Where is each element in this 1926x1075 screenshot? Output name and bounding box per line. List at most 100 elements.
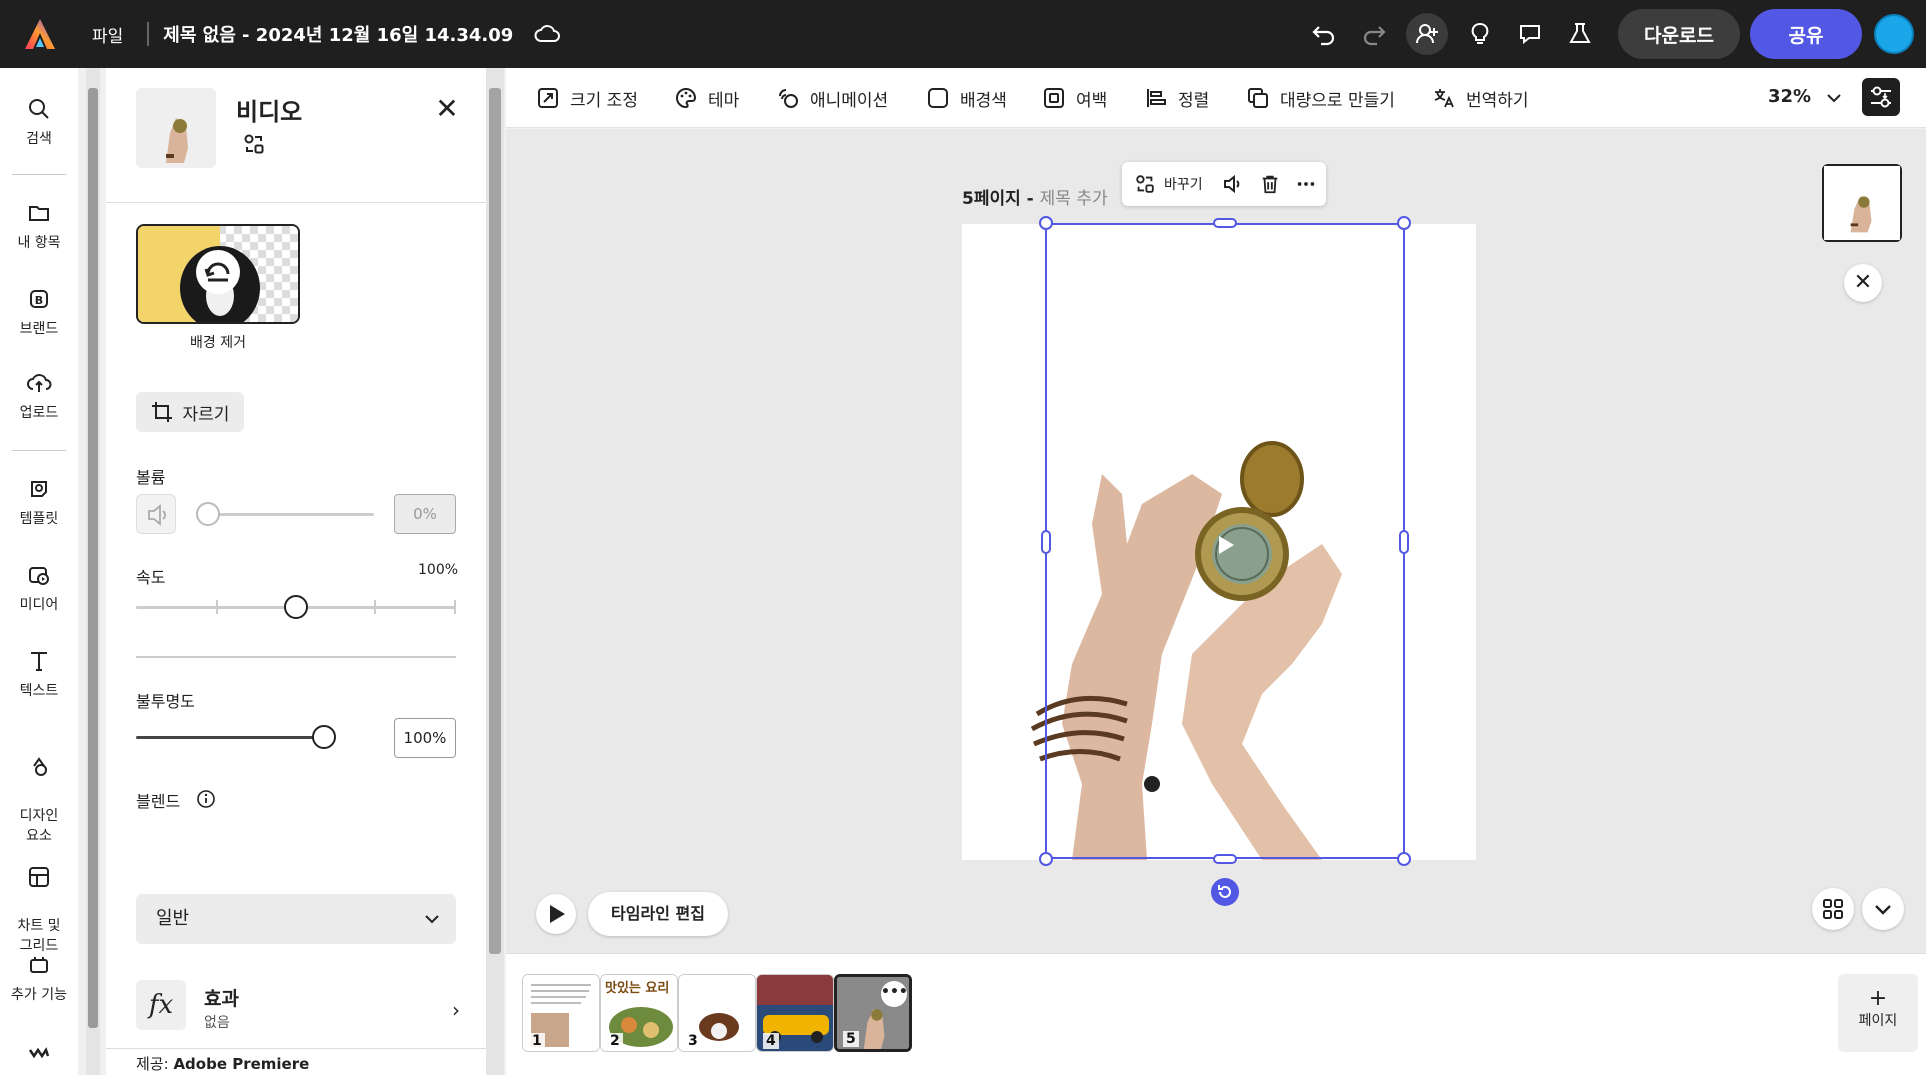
align-button[interactable]: 정렬 [1144, 68, 1209, 128]
rail-scrollbar-thumb[interactable] [88, 88, 98, 1028]
rail-item-label: 내 항목 [17, 235, 61, 251]
share-button[interactable]: 공유 [1750, 9, 1862, 59]
color-swatch-icon [928, 88, 948, 108]
replace-button[interactable]: 바꾸기 [1164, 174, 1203, 194]
close-preview-icon[interactable]: ✕ [1844, 264, 1882, 302]
translate-button[interactable]: 번역하기 [1432, 68, 1529, 128]
user-avatar[interactable] [1874, 14, 1914, 54]
lightbulb-icon[interactable] [1462, 16, 1498, 52]
document-title[interactable]: 제목 없음 - 2024년 12월 16일 14.34.09 [163, 21, 513, 47]
collapse-pages-button[interactable] [1862, 888, 1904, 930]
animation-button[interactable]: 애니메이션 [776, 68, 888, 128]
rail-item-addons[interactable]: 추가 기능 [0, 952, 78, 1004]
rail-divider [12, 174, 66, 175]
resize-label: 크기 조정 [570, 90, 638, 111]
chevron-down-icon[interactable] [1824, 88, 1844, 108]
bulk-create-button[interactable]: 대량으로 만들기 [1246, 68, 1395, 128]
properties-panel: 비디오 ✕ 배경 제거 자르기 볼륨 0% 속도 100% 불투명도 100% … [106, 68, 486, 1075]
video-thumbnail [136, 88, 216, 168]
download-button[interactable]: 다운로드 [1618, 9, 1740, 59]
page-thumbnail[interactable]: 1 [522, 974, 600, 1052]
grid-view-button[interactable] [1812, 888, 1854, 930]
page-thumbnail-active[interactable]: ••• 5 [834, 974, 912, 1052]
more-icon[interactable] [1295, 173, 1317, 195]
chevron-right-icon: › [452, 998, 460, 1022]
rail-item-upload[interactable]: 업로드 [0, 370, 78, 422]
more-icon[interactable]: ••• [881, 981, 908, 1007]
resize-handle-top[interactable] [1213, 218, 1237, 228]
opacity-value-field[interactable]: 100% [394, 718, 456, 758]
rail-item-text[interactable]: 텍스트 [0, 648, 78, 700]
animation-label: 애니메이션 [810, 90, 889, 111]
resize-handle-top-right[interactable] [1397, 216, 1411, 230]
resize-handle-bottom-left[interactable] [1039, 852, 1053, 866]
close-icon[interactable]: ✕ [432, 94, 462, 124]
remove-background-button[interactable] [136, 224, 300, 324]
rail-item-design-elements[interactable]: 디자인 요소 [0, 734, 78, 846]
effects-row[interactable]: fx 효과 없음 › [136, 980, 466, 1036]
theme-button[interactable]: 테마 [674, 68, 739, 128]
left-rail: 검색 내 항목 B 브랜드 업로드 템플릿 미디어 텍스트 디자인 요소 차트 … [0, 68, 78, 1075]
info-icon[interactable] [196, 789, 216, 809]
resize-handle-bottom-right[interactable] [1397, 852, 1411, 866]
panel-title: 비디오 [236, 98, 303, 126]
rail-item-more[interactable] [0, 1038, 78, 1070]
trash-icon[interactable] [1259, 173, 1281, 195]
rail-item-label: 검색 [26, 131, 52, 147]
properties-toggle-button[interactable] [1862, 78, 1900, 116]
volume-mute-button[interactable] [136, 494, 176, 534]
background-color-button[interactable]: 배경색 [926, 68, 1007, 128]
zoom-level[interactable]: 32% [1768, 86, 1811, 107]
invite-user-icon[interactable] [1406, 13, 1448, 55]
rail-item-label: 차트 및 그리드 [17, 918, 61, 954]
replace-icon[interactable] [242, 132, 266, 156]
undo-icon[interactable] [1306, 16, 1342, 52]
rail-item-brand[interactable]: B 브랜드 [0, 286, 78, 338]
volume-slider-track[interactable] [196, 513, 374, 516]
cloud-sync-icon[interactable] [533, 20, 561, 48]
add-page-button[interactable]: + 페이지 [1838, 974, 1918, 1052]
redo-icon[interactable] [1356, 16, 1392, 52]
rail-item-my-items[interactable]: 내 항목 [0, 200, 78, 252]
crop-button[interactable]: 자르기 [136, 392, 244, 432]
page-title-input[interactable]: 제목 추가 [1040, 189, 1108, 209]
rail-item-charts-grids[interactable]: 차트 및 그리드 [0, 844, 78, 956]
rail-item-media[interactable]: 미디어 [0, 562, 78, 614]
bulk-create-icon [1248, 88, 1268, 108]
speed-tick [454, 600, 456, 614]
rail-item-templates[interactable]: 템플릿 [0, 476, 78, 528]
margin-button[interactable]: 여백 [1042, 68, 1107, 128]
volume-label: 볼륨 [136, 468, 166, 487]
panel-scrollbar-thumb[interactable] [489, 88, 501, 954]
resize-button[interactable]: 크기 조정 [536, 68, 638, 128]
volume-value-field[interactable]: 0% [394, 494, 456, 534]
rail-item-search[interactable]: 검색 [0, 96, 78, 148]
svg-text:B: B [35, 294, 43, 307]
opacity-slider-track[interactable] [136, 736, 326, 739]
page-thumbnail[interactable]: 맛있는 요리 2 [600, 974, 678, 1052]
rotate-handle[interactable] [1211, 878, 1239, 906]
resize-icon [538, 88, 558, 108]
speaker-icon[interactable] [1221, 172, 1245, 196]
resize-handle-right[interactable] [1399, 530, 1409, 554]
comment-icon[interactable] [1512, 16, 1548, 52]
play-button[interactable] [536, 894, 576, 934]
page-caption: 맛있는 요리 [605, 981, 670, 996]
section-divider [136, 656, 456, 658]
theme-label: 테마 [708, 90, 740, 111]
page-thumbnail[interactable]: 4 [756, 974, 834, 1052]
opacity-slider-knob[interactable] [312, 725, 336, 749]
file-menu[interactable]: 파일 [92, 22, 123, 47]
page-thumbnail[interactable]: 3 [678, 974, 756, 1052]
page-preview-thumbnail[interactable] [1822, 164, 1902, 242]
volume-slider-knob[interactable] [196, 502, 220, 526]
page-number: 2 [607, 1033, 623, 1049]
resize-handle-top-left[interactable] [1039, 216, 1053, 230]
adobe-express-logo-icon[interactable] [22, 16, 58, 52]
beaker-icon[interactable] [1562, 16, 1598, 52]
edit-timeline-button[interactable]: 타임라인 편집 [588, 892, 728, 936]
resize-handle-bottom[interactable] [1213, 854, 1237, 864]
blend-mode-select[interactable]: 일반 [136, 894, 456, 944]
speed-slider-knob[interactable] [284, 595, 308, 619]
resize-handle-left[interactable] [1041, 530, 1051, 554]
